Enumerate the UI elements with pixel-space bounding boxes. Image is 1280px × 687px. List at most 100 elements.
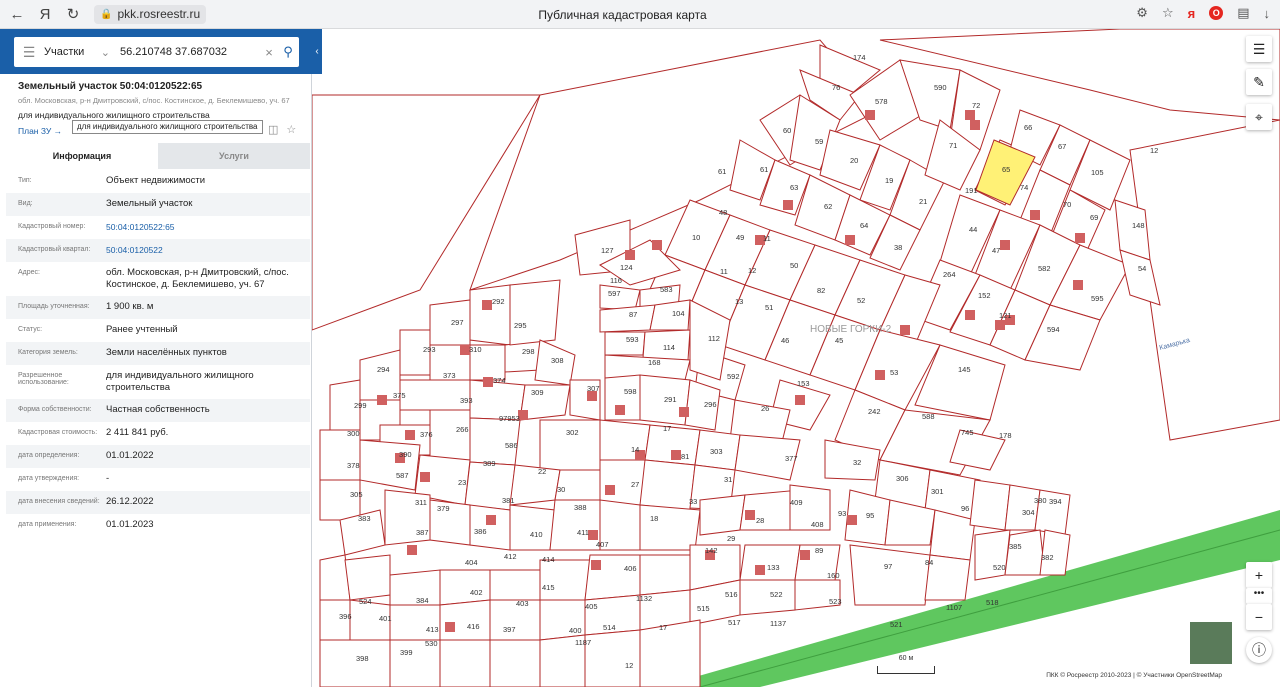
- parcel-label: 408: [811, 520, 824, 529]
- search-type-select[interactable]: Участки ⌄: [44, 46, 116, 59]
- parcel-label: 13: [735, 297, 743, 306]
- back-icon[interactable]: ←: [6, 6, 28, 23]
- left-panel: ☰ Участки ⌄ 56.210748 37.687032 × ⚲ ‹ Зе…: [0, 29, 322, 687]
- building: [755, 565, 765, 575]
- extension-icon[interactable]: ⚙: [1136, 5, 1148, 21]
- parcel[interactable]: [974, 529, 1011, 581]
- parcel-label: 38: [894, 243, 902, 252]
- info-value-link[interactable]: 50:04:0120522: [106, 244, 296, 256]
- download-icon[interactable]: ↓: [1264, 6, 1271, 21]
- parcel-label: 588: [922, 412, 935, 421]
- clear-icon[interactable]: ×: [261, 45, 277, 60]
- parcel[interactable]: [849, 544, 931, 606]
- info-value: 26.12.2022: [106, 496, 154, 507]
- bookmark-icon[interactable]: ☆: [1162, 5, 1174, 21]
- building: [783, 200, 793, 210]
- parcel[interactable]: [969, 479, 1011, 531]
- parcel[interactable]: [509, 504, 556, 551]
- parcel[interactable]: [639, 459, 696, 511]
- parcel[interactable]: [429, 409, 471, 461]
- plan-link[interactable]: План ЗУ →: [18, 126, 62, 136]
- info-row: дата применения: 01.01.2023: [6, 514, 310, 537]
- locate-icon[interactable]: ⌖: [1246, 104, 1272, 130]
- parcel[interactable]: [509, 464, 561, 506]
- favorite-star-icon[interactable]: ☆: [286, 123, 296, 136]
- parcel-label: 301: [931, 487, 944, 496]
- parcel-label: 403: [516, 599, 529, 608]
- parcel[interactable]: [949, 429, 1006, 471]
- parcel[interactable]: [389, 604, 441, 641]
- cadastral-map[interactable]: 174 76 578 590 72 60 59 20 19 21 61 61 63 62 64 38 71 66 6…: [312, 29, 1280, 687]
- layers-icon[interactable]: ☰: [1246, 36, 1272, 62]
- parcel[interactable]: [469, 284, 511, 346]
- parcel[interactable]: [584, 629, 641, 687]
- parcel[interactable]: [639, 619, 701, 687]
- parcel-label: 393: [460, 396, 473, 405]
- parcel[interactable]: [319, 639, 391, 687]
- info-icon[interactable]: ⓘ: [1246, 637, 1272, 663]
- parcel[interactable]: [429, 499, 471, 546]
- parcel-label: 382: [1041, 553, 1054, 562]
- building: [900, 325, 910, 335]
- parcel[interactable]: [739, 579, 796, 616]
- parcel[interactable]: [639, 554, 691, 596]
- parcel-label: 11: [763, 234, 771, 243]
- parcel[interactable]: [389, 569, 441, 606]
- parcel[interactable]: [509, 279, 561, 346]
- sidebar-icon[interactable]: ▤: [1237, 5, 1249, 21]
- basemap-thumbnail[interactable]: [1189, 621, 1233, 665]
- lock-icon: 🔒: [100, 8, 113, 20]
- parcel[interactable]: [489, 639, 541, 687]
- parcel[interactable]: [489, 599, 541, 641]
- more-button[interactable]: •••: [1246, 588, 1272, 604]
- parcel[interactable]: [359, 439, 421, 491]
- parcel[interactable]: [539, 559, 591, 601]
- opera-icon[interactable]: O: [1209, 6, 1224, 20]
- search-icon[interactable]: ⚲: [277, 44, 299, 60]
- info-value: 01.01.2022: [106, 450, 154, 461]
- tooltip: для индивидуального жилищного строительс…: [72, 120, 263, 134]
- parcel[interactable]: [344, 554, 391, 601]
- parcel[interactable]: [1004, 529, 1046, 576]
- parcel[interactable]: [489, 569, 541, 601]
- collapse-panel-icon[interactable]: ‹: [312, 43, 322, 61]
- parcel[interactable]: [599, 304, 656, 333]
- parcel-label: 12: [748, 266, 756, 275]
- reload-icon[interactable]: ↻: [62, 5, 84, 23]
- menu-icon[interactable]: ☰: [14, 44, 44, 61]
- info-row: Кадастровый квартал: 50:04:0120522: [6, 239, 310, 262]
- object-title: Земельный участок 50:04:0120522:65: [18, 81, 203, 92]
- parcel-label: 298: [522, 347, 535, 356]
- search-box: ☰ Участки ⌄ 56.210748 37.687032 × ⚲: [14, 37, 299, 67]
- parcel[interactable]: [699, 494, 746, 536]
- map-canvas[interactable]: 174 76 578 590 72 60 59 20 19 21 61 61 63 62 64 38 71 66 6…: [312, 29, 1280, 687]
- parcel[interactable]: [319, 479, 361, 521]
- parcel[interactable]: [639, 504, 701, 551]
- parcel[interactable]: [604, 331, 646, 356]
- parcel[interactable]: [429, 299, 471, 346]
- info-row: Кадастровая стоимость: 2 411 841 руб.: [6, 422, 310, 445]
- parcel-label: 590: [934, 83, 947, 92]
- parcel[interactable]: [789, 484, 831, 531]
- parcel[interactable]: [399, 379, 471, 411]
- zoom-to-icon[interactable]: ◫: [268, 123, 278, 136]
- ruler-icon[interactable]: ✎: [1246, 69, 1272, 95]
- address-bar[interactable]: 🔒 pkk.rosreestr.ru: [94, 4, 207, 24]
- info-key: дата определения:: [18, 452, 80, 459]
- tab-information[interactable]: Информация: [6, 143, 158, 169]
- parcel[interactable]: [439, 599, 491, 641]
- parcel-label: 578: [875, 97, 888, 106]
- search-input[interactable]: 56.210748 37.687032: [120, 46, 261, 58]
- parcel-label: 373: [443, 371, 456, 380]
- info-row: Категория земель: Земли населённых пункто…: [6, 342, 310, 365]
- parcel-label: 31: [724, 475, 732, 484]
- building: [965, 310, 975, 320]
- parcel-label: 514: [603, 623, 616, 632]
- zoom-out-button[interactable]: −: [1246, 604, 1272, 630]
- parcel[interactable]: [439, 639, 491, 687]
- zoom-in-button[interactable]: +: [1246, 562, 1272, 588]
- yandex-ext-icon[interactable]: я: [1188, 6, 1196, 21]
- tab-services[interactable]: Услуги: [158, 143, 310, 169]
- info-value-link[interactable]: 50:04:0120522:65: [106, 221, 296, 233]
- yandex-icon[interactable]: Я: [34, 6, 56, 23]
